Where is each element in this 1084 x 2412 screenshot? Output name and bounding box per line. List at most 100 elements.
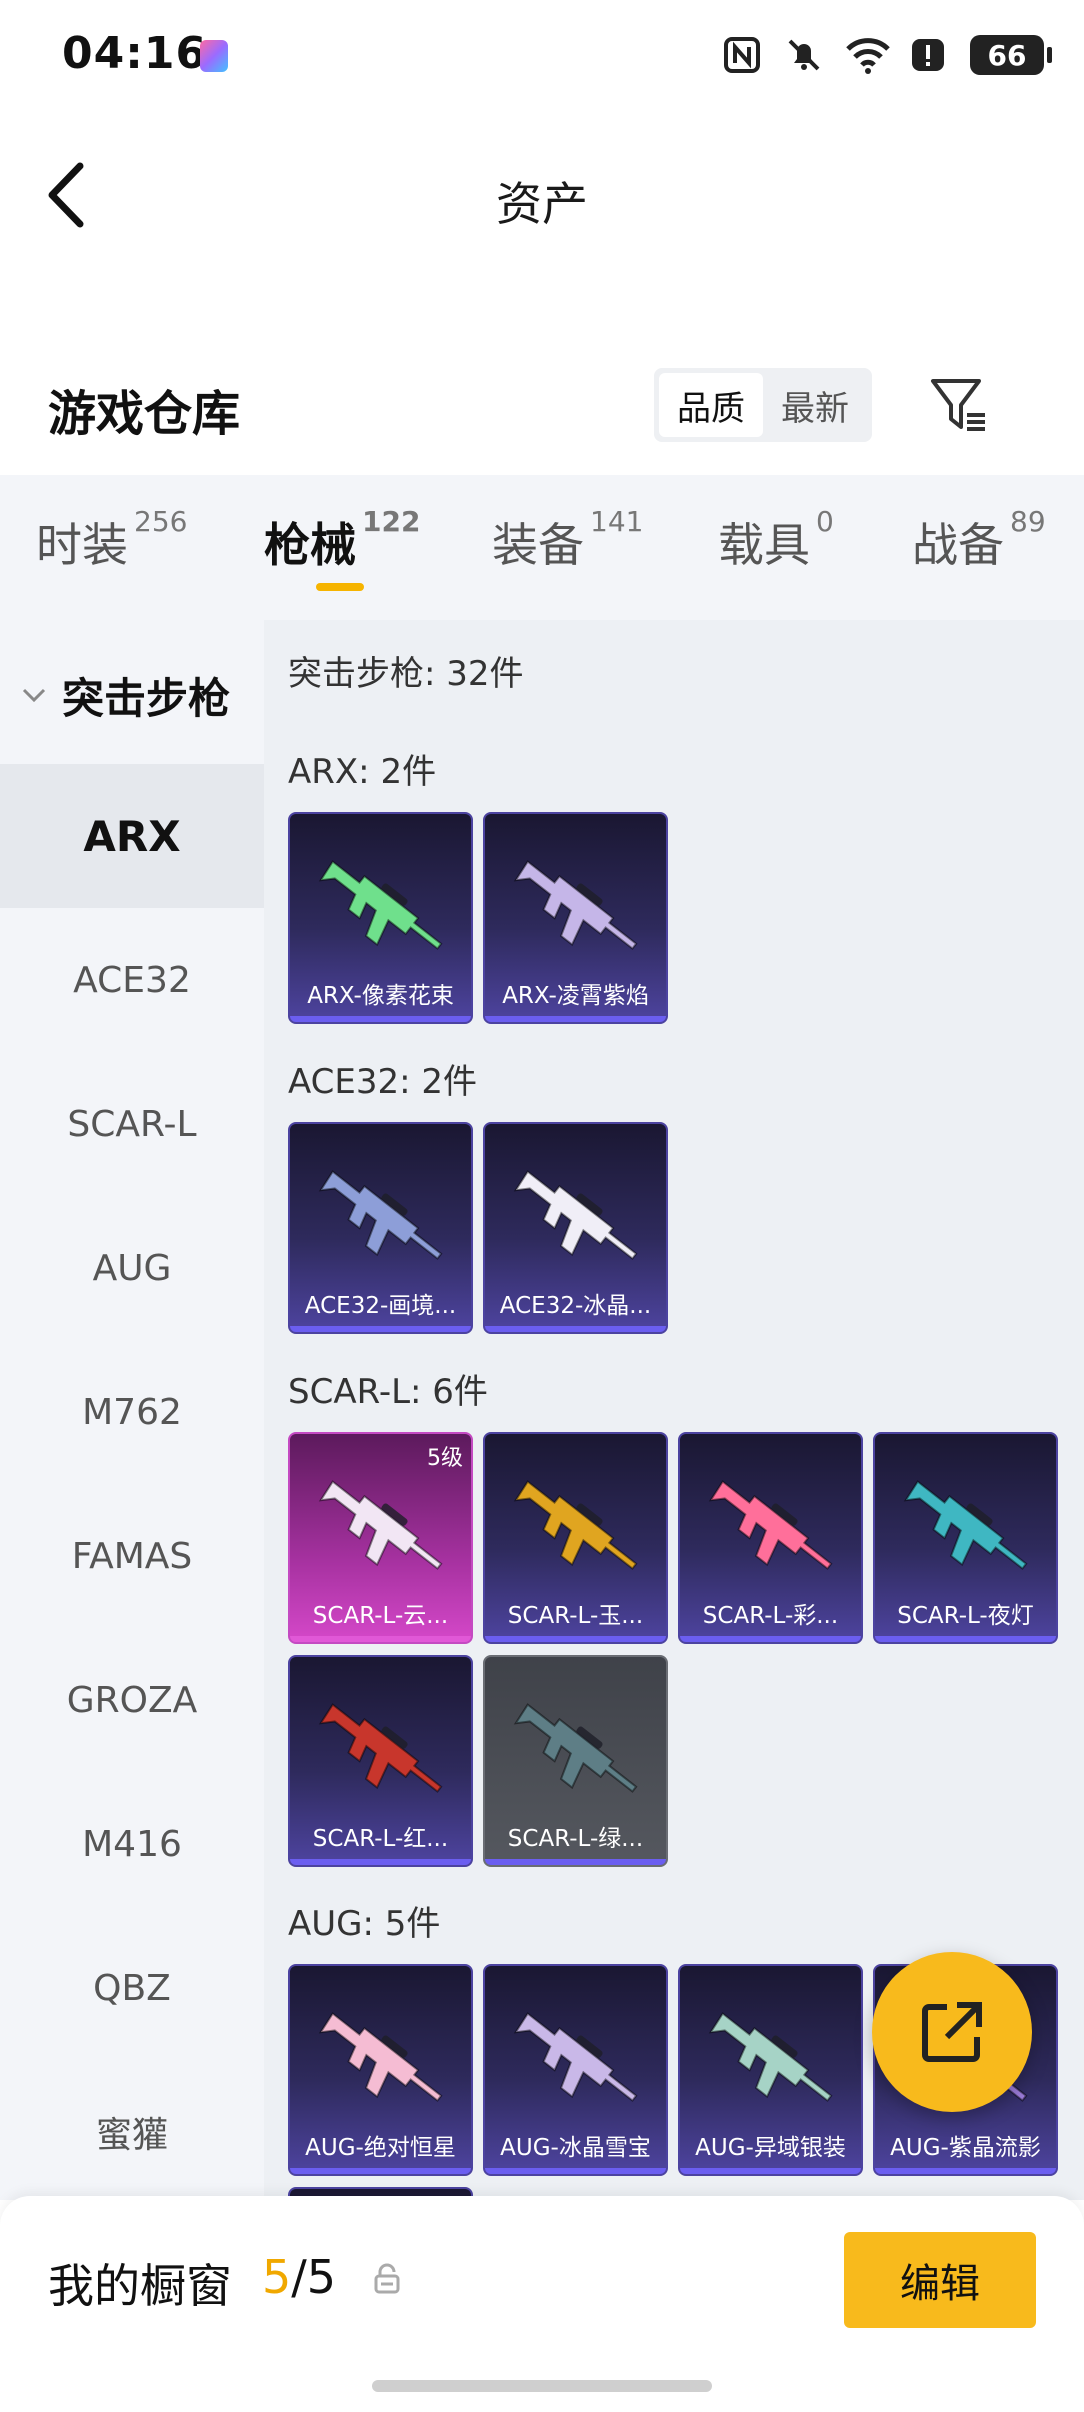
rarity-bar [875,1636,1056,1642]
weapon-skin-image [318,2012,443,2102]
lock-icon [374,2263,400,2294]
sidebar-group-label: 突击步枪 [62,673,231,723]
tab-label: 战备 [912,518,1004,572]
weapon-name: SCAR-L-玉... [507,1603,644,1629]
weapon-card[interactable]: SCAR-L-红... [288,1655,473,1867]
weapon-card[interactable]: SCAR-L-夜灯 [873,1432,1058,1644]
battery-icon: 66 [970,35,1052,75]
rarity-bar [290,1636,471,1642]
sidebar-item-qbz[interactable]: QBZ [0,1916,264,2060]
rarity-bar [485,1859,666,1865]
weapon-skin-image [513,1703,638,1793]
wifi-icon [846,35,890,75]
rarity-bar [680,2168,861,2174]
rarity-bar [485,1326,666,1332]
share-out-icon [922,2002,982,2062]
sidebar-item-m762[interactable]: M762 [0,1340,264,1484]
header: 资产 [0,110,1084,280]
tab-label: 装备 [492,518,584,572]
weapon-card[interactable]: AUG-冰晶雪宝 [483,1964,668,2176]
tab-label: 时装 [36,518,128,572]
page-title: 资产 [496,177,588,231]
category-tabs: 时装 256 枪械 122 装备 141 载具 0 战备 89 [0,475,1084,620]
weapon-card[interactable]: ARX-像素花束 [288,812,473,1024]
sidebar-item-aug[interactable]: AUG [0,1196,264,1340]
sidebar-item-honey-badger[interactable]: 蜜獾 [0,2060,264,2204]
weapon-card[interactable]: AUG-绝对恒星 [288,1964,473,2176]
tab-label: 枪械 [264,518,356,572]
rarity-bar [290,1016,471,1022]
tab-count: 0 [816,505,834,538]
rarity-bar [485,1016,666,1022]
sidebar-item-m416[interactable]: M416 [0,1772,264,1916]
filter-button[interactable] [924,368,994,442]
weapon-skin-image [513,860,638,950]
weapon-skin-image [903,1480,1028,1570]
weapon-sidebar: 突击步枪 ARX ACE32 SCAR-L AUG M762 FAMAS GRO… [0,620,264,2200]
sort-latest-option[interactable]: 最新 [763,373,867,437]
sidebar-item-ace32[interactable]: ACE32 [0,908,264,1052]
showcase-bar: 我的橱窗 5/5 编辑 [0,2196,1084,2412]
level-badge: 5级 [427,1446,463,1471]
weapon-name: ARX-像素花束 [307,983,454,1009]
tab-vehicles[interactable]: 载具 0 [718,505,834,575]
weapon-skin-image [708,2012,833,2102]
weapon-name: ARX-凌霄紫焰 [502,983,649,1009]
weapon-card[interactable]: ACE32-画境... [288,1122,473,1334]
weapon-skin-image [708,1480,833,1570]
weapon-card[interactable]: SCAR-L-玉... [483,1432,668,1644]
warehouse-title: 游戏仓库 [48,386,241,442]
sidebar-group-assault-rifles[interactable]: 突击步枪 [0,650,264,740]
weapon-skin-image [513,1480,638,1570]
rarity-bar [485,2168,666,2174]
showcase-count-total: /5 [291,2250,337,2304]
weapon-card[interactable]: ARX-凌霄紫焰 [483,812,668,1024]
section-label-aug: AUG: 5件 [288,1904,441,1944]
weapon-skin-image [513,2012,638,2102]
weapon-name: SCAR-L-彩... [702,1603,839,1629]
section-label-ace32: ACE32: 2件 [288,1062,478,1102]
weapon-skin-image [318,860,443,950]
tab-equipment[interactable]: 装备 141 [492,505,643,575]
weapon-name: ACE32-画境... [304,1293,457,1319]
home-indicator[interactable] [372,2380,712,2392]
weapon-skin-image [513,1170,638,1260]
section-label-scar-l: SCAR-L: 6件 [288,1372,488,1412]
section-label-arx: ARX: 2件 [288,752,437,792]
weapon-name: SCAR-L-红... [312,1826,449,1852]
weapon-name: AUG-绝对恒星 [305,2135,456,2161]
category-total: 突击步枪: 32件 [288,654,524,694]
tab-fashion[interactable]: 时装 256 [36,505,187,575]
weapon-name: AUG-紫晶流影 [890,2135,1041,2161]
tab-label: 载具 [718,518,810,572]
tab-count: 141 [590,505,644,538]
share-fab-button[interactable] [872,1952,1032,2112]
showcase-count-current: 5 [262,2250,292,2304]
weapon-name: AUG-异域银装 [695,2135,846,2161]
rarity-bar [290,1326,471,1332]
tab-supplies[interactable]: 战备 89 [912,505,1046,575]
status-bar: 04:16 66 [0,0,1084,110]
weapon-card[interactable]: ACE32-冰晶... [483,1122,668,1334]
weapon-name: ACE32-冰晶... [499,1293,652,1319]
edit-button[interactable]: 编辑 [844,2232,1036,2328]
sidebar-item-famas[interactable]: FAMAS [0,1484,264,1628]
weapon-card[interactable]: SCAR-L-绿... [483,1655,668,1867]
weapon-card[interactable]: AUG-异域银装 [678,1964,863,2176]
sort-quality-option[interactable]: 品质 [659,373,763,437]
sidebar-item-arx[interactable]: ARX [0,764,264,908]
weapon-skin-image [318,1480,443,1570]
weapon-name: SCAR-L-云... [312,1603,449,1629]
weapon-name: SCAR-L-绿... [507,1826,644,1852]
tab-count: 89 [1010,505,1046,538]
filter-icon [931,379,985,431]
weapon-name: SCAR-L-夜灯 [897,1603,1034,1629]
weapon-card[interactable]: SCAR-L-彩... [678,1432,863,1644]
weapon-card[interactable]: 5级 SCAR-L-云... [288,1432,473,1644]
tab-count: 256 [134,505,188,538]
nfc-icon [722,35,762,75]
showcase-count: 5/5 [262,2250,336,2304]
sidebar-item-groza[interactable]: GROZA [0,1628,264,1772]
tab-firearms[interactable]: 枪械 122 [264,505,420,575]
sidebar-item-scar-l[interactable]: SCAR-L [0,1052,264,1196]
